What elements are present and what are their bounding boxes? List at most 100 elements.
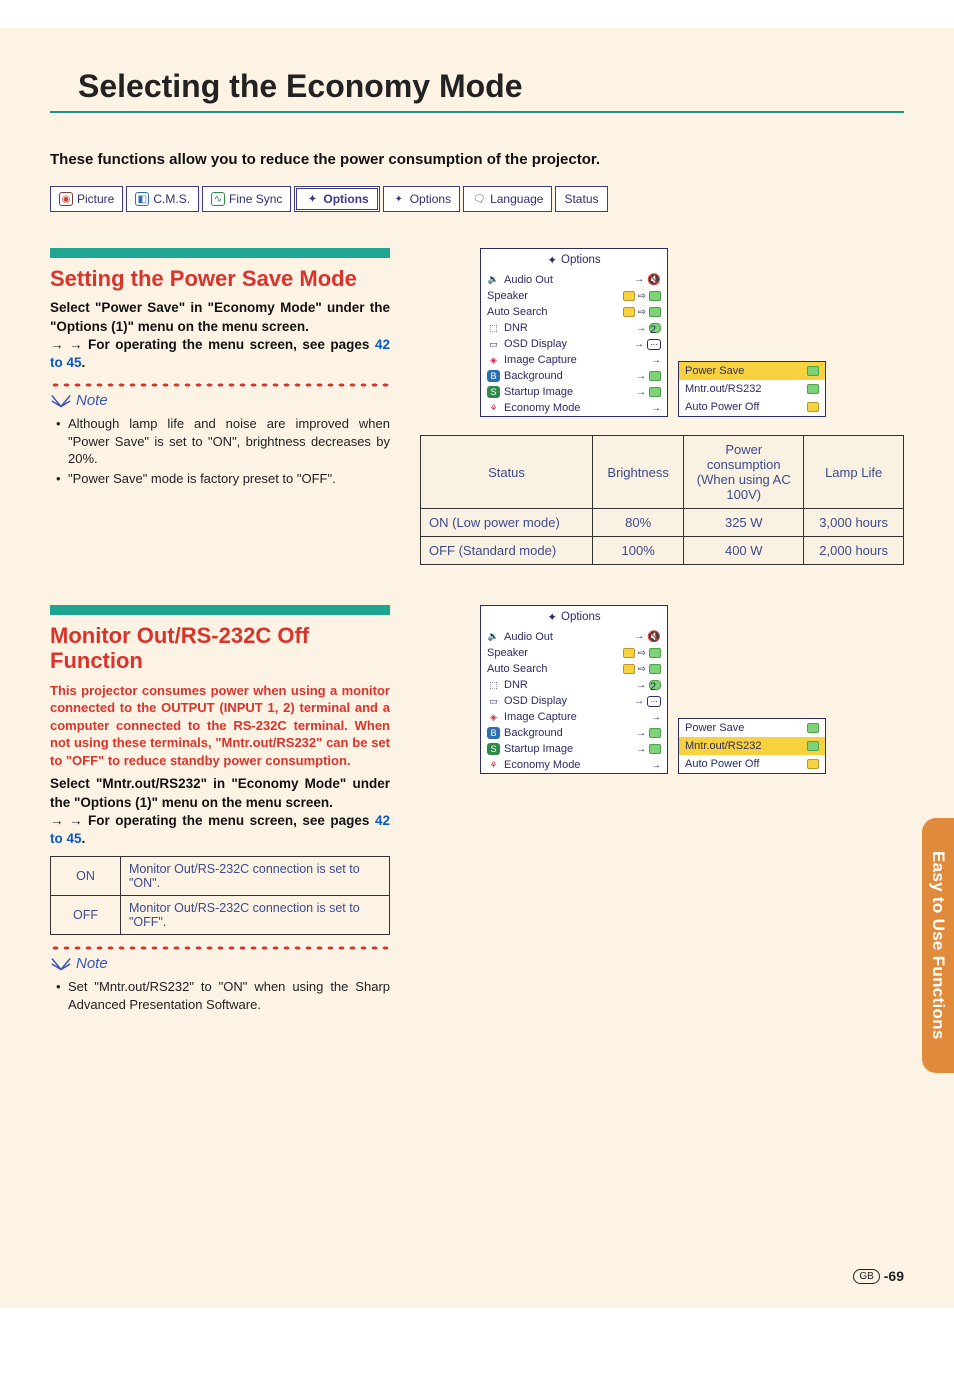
arrow-right-icon: →: [636, 680, 646, 691]
osd-row-background[interactable]: BBackground→: [481, 368, 667, 384]
note-label: Note: [50, 392, 390, 409]
dnr-icon: ⬚: [487, 679, 500, 691]
value-indicator: 2: [649, 323, 661, 333]
osd-row-startup-image[interactable]: SStartup Image→: [481, 741, 667, 757]
instruction-text: Select "Mntr.out/RS232" in "Economy Mode…: [50, 775, 390, 811]
speaker-mute-icon: 🔇: [647, 630, 661, 643]
submenu-row-auto-power-off[interactable]: Auto Power Off: [679, 398, 825, 416]
submenu-row-auto-power-off[interactable]: Auto Power Off: [679, 755, 825, 773]
speaker-mute-icon: 🔇: [647, 273, 661, 286]
economy-mode-icon: ⚘: [487, 759, 500, 771]
table-header-lamp-life: Lamp Life: [804, 436, 904, 509]
cross-ref-text: → → For operating the menu screen, see p…: [50, 336, 390, 372]
picture-icon: ◉: [59, 192, 73, 206]
tab-label: Fine Sync: [229, 192, 282, 206]
cell-key: ON: [51, 857, 121, 896]
note-bullet-1: Although lamp life and noise are improve…: [68, 415, 390, 468]
cell-power: 325 W: [684, 509, 804, 537]
osd-options-menu: ✦Options 🔉Audio Out→🔇 Speaker⇨ Auto Sear…: [480, 248, 668, 417]
cross-ref-text: → → For operating the menu screen, see p…: [50, 812, 390, 848]
tab-options-2[interactable]: ✦ Options: [383, 186, 460, 212]
section-marker: [50, 605, 390, 615]
submenu-row-mntr-out[interactable]: Mntr.out/RS232: [679, 380, 825, 398]
osd-row-startup-image[interactable]: SStartup Image→: [481, 384, 667, 400]
cms-icon: ◧: [135, 192, 149, 206]
osd-row-image-capture[interactable]: ◈Image Capture→: [481, 352, 667, 368]
submenu-row-power-save[interactable]: Power Save: [679, 719, 825, 737]
value-indicator: 2: [649, 680, 661, 690]
instruction-text: Select "Power Save" in "Economy Mode" un…: [50, 299, 390, 335]
fine-sync-icon: ∿: [211, 192, 225, 206]
osd-row-economy-mode[interactable]: ⚘Economy Mode→: [481, 400, 667, 416]
dotted-separator: [50, 945, 390, 951]
arrow-right-icon: →: [634, 274, 644, 285]
audio-out-icon: 🔉: [487, 274, 500, 286]
value-indicator: [649, 291, 661, 301]
value-indicator: [623, 291, 635, 301]
osd-row-dnr[interactable]: ⬚DNR→2: [481, 320, 667, 336]
image-capture-icon: ◈: [487, 711, 500, 723]
value-indicator: [623, 648, 635, 658]
tab-picture[interactable]: ◉Picture: [50, 186, 123, 212]
page-content: Selecting the Economy Mode These functio…: [0, 28, 954, 1308]
osd-menu-title: ✦Options: [481, 606, 667, 628]
osd-row-auto-search[interactable]: Auto Search⇨: [481, 661, 667, 677]
power-save-comparison-table: Status Brightness Power consumption (Whe…: [420, 435, 904, 565]
arrow-right-icon: →: [634, 631, 644, 642]
toggle-indicator: [807, 384, 819, 394]
tab-fine-sync[interactable]: ∿ Fine Sync: [202, 186, 291, 212]
submenu-row-power-save[interactable]: Power Save: [679, 362, 825, 380]
page-number: GB -69: [853, 1268, 904, 1284]
menu-tab-bar: ◉Picture ◧ C.M.S. ∿ Fine Sync ✦ Options ✦ Op…: [50, 186, 904, 212]
osd-row-speaker[interactable]: Speaker⇨: [481, 288, 667, 304]
bullet-icon: •: [56, 978, 64, 1013]
toggle-indicator: [807, 366, 819, 376]
osd-row-auto-search[interactable]: Auto Search⇨: [481, 304, 667, 320]
value-indicator: ⋯: [647, 339, 661, 350]
bullet-icon: •: [56, 415, 64, 468]
note-bullet-2: "Power Save" mode is factory preset to "…: [68, 470, 336, 488]
osd-row-dnr[interactable]: ⬚DNR→2: [481, 677, 667, 693]
osd-row-audio-out[interactable]: 🔉Audio Out→🔇: [481, 271, 667, 288]
osd-row-economy-mode[interactable]: ⚘Economy Mode→: [481, 757, 667, 773]
value-indicator: [649, 648, 661, 658]
page-title: Selecting the Economy Mode: [78, 68, 904, 105]
section-marker: [50, 248, 390, 258]
submenu-economy-mode-1: Power Save Mntr.out/RS232 Auto Power Off: [678, 361, 826, 417]
arrow-right-icon: →: [651, 403, 661, 414]
section-heading-monitor-out: Monitor Out/RS-232C Off Function: [50, 623, 390, 674]
tab-label: C.M.S.: [153, 192, 190, 206]
title-underline: [50, 111, 904, 113]
osd-row-image-capture[interactable]: ◈Image Capture→: [481, 709, 667, 725]
options-icon: ✦: [547, 253, 557, 267]
tab-cms[interactable]: ◧ C.M.S.: [126, 186, 199, 212]
cell-power: 400 W: [684, 537, 804, 565]
osd-menu-title: ✦Options: [481, 249, 667, 271]
options-icon: ✦: [392, 192, 406, 206]
toggle-indicator: [807, 741, 819, 751]
note-bullets: •Although lamp life and noise are improv…: [50, 415, 390, 487]
cell-brightness: 80%: [593, 509, 684, 537]
tab-language[interactable]: 🗨Language: [463, 186, 552, 212]
table-row: OFF Monitor Out/RS-232C connection is se…: [51, 896, 390, 935]
submenu-row-mntr-out[interactable]: Mntr.out/RS232: [679, 737, 825, 755]
options-icon: ✦: [305, 192, 319, 206]
tab-label: Options: [323, 192, 368, 206]
osd-row-speaker[interactable]: Speaker⇨: [481, 645, 667, 661]
osd-row-audio-out[interactable]: 🔉Audio Out→🔇: [481, 628, 667, 645]
arrow-right-icon: ⇨: [638, 648, 646, 659]
value-indicator: [649, 307, 661, 317]
tab-options-1[interactable]: ✦ Options: [294, 186, 379, 212]
on-off-table: ON Monitor Out/RS-232C connection is set…: [50, 856, 390, 935]
osd-row-osd-display[interactable]: ▭OSD Display→⋯: [481, 693, 667, 709]
arrow-right-icon: →: [636, 371, 646, 382]
osd-row-osd-display[interactable]: ▭OSD Display→⋯: [481, 336, 667, 352]
startup-image-icon: S: [487, 386, 500, 398]
tab-label: Options: [410, 192, 451, 206]
value-indicator: [649, 744, 661, 754]
tab-status[interactable]: Status: [555, 186, 607, 212]
arrow-right-icon: →: [651, 760, 661, 771]
osd-row-background[interactable]: BBackground→: [481, 725, 667, 741]
cell-value: Monitor Out/RS-232C connection is set to…: [121, 857, 390, 896]
background-icon: B: [487, 727, 500, 739]
